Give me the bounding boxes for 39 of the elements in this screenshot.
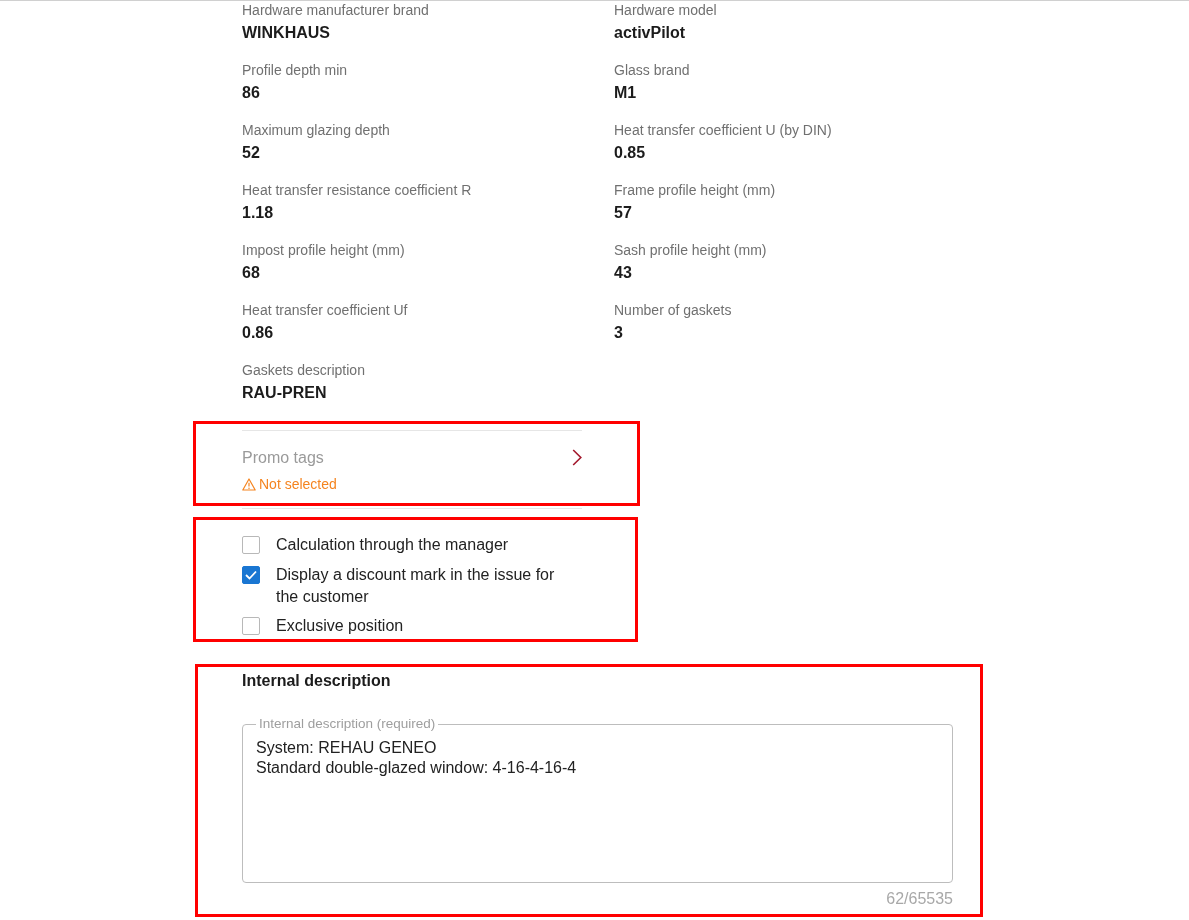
field-label: Hardware model [614, 1, 718, 19]
status-text: Not selected [259, 475, 337, 493]
field-value: activPilot [614, 23, 687, 43]
checkmark-icon [245, 570, 257, 580]
field-label: Frame profile height (mm) [614, 181, 777, 199]
field-label: Gaskets description [242, 361, 366, 379]
description-field[interactable]: Internal description (required) System: REHAU GENEO Standard double-glazed window: 4-16-4-16-4 [242, 716, 953, 883]
field-label: Profile depth min [242, 61, 349, 79]
field-value: 52 [242, 143, 261, 163]
field-label: Heat transfer coefficient Uf [242, 301, 409, 319]
field-value: 0.86 [242, 323, 275, 343]
section-heading: Internal description [242, 671, 392, 691]
checkbox[interactable] [242, 566, 260, 584]
field-label: Hardware manufacturer brand [242, 1, 430, 19]
field-label: Number of gaskets [614, 301, 733, 319]
chevron-right-icon[interactable] [572, 449, 582, 466]
field-value: 68 [242, 263, 261, 283]
field-value: WINKHAUS [242, 23, 331, 43]
field-label: Heat transfer coefficient U (by DIN) [614, 121, 833, 139]
field-value: 0.85 [614, 143, 647, 163]
field-label: Heat transfer resistance coefficient R [242, 181, 473, 199]
field-value: 43 [614, 263, 633, 283]
promo-tags-label: Promo tags [242, 448, 325, 468]
checkbox-label: Exclusive position [276, 616, 405, 636]
field-label: Sash profile height (mm) [614, 241, 768, 259]
checkbox[interactable] [242, 617, 260, 635]
field-value: 1.18 [242, 203, 275, 223]
field-label: Maximum glazing depth [242, 121, 391, 139]
field-label: Impost profile height (mm) [242, 241, 406, 259]
field-value: 86 [242, 83, 261, 103]
character-counter: 62/65535 [885, 890, 953, 908]
checkbox-label: Calculation through the manager [276, 535, 510, 555]
checkbox-label: Display a discount mark in the issue for the customer [276, 565, 556, 607]
field-label: Glass brand [614, 61, 691, 79]
field-value: M1 [614, 83, 638, 103]
checkbox[interactable] [242, 536, 260, 554]
field-value: 57 [614, 203, 633, 223]
field-value: 3 [614, 323, 624, 343]
field-value: RAU-PREN [242, 383, 328, 403]
